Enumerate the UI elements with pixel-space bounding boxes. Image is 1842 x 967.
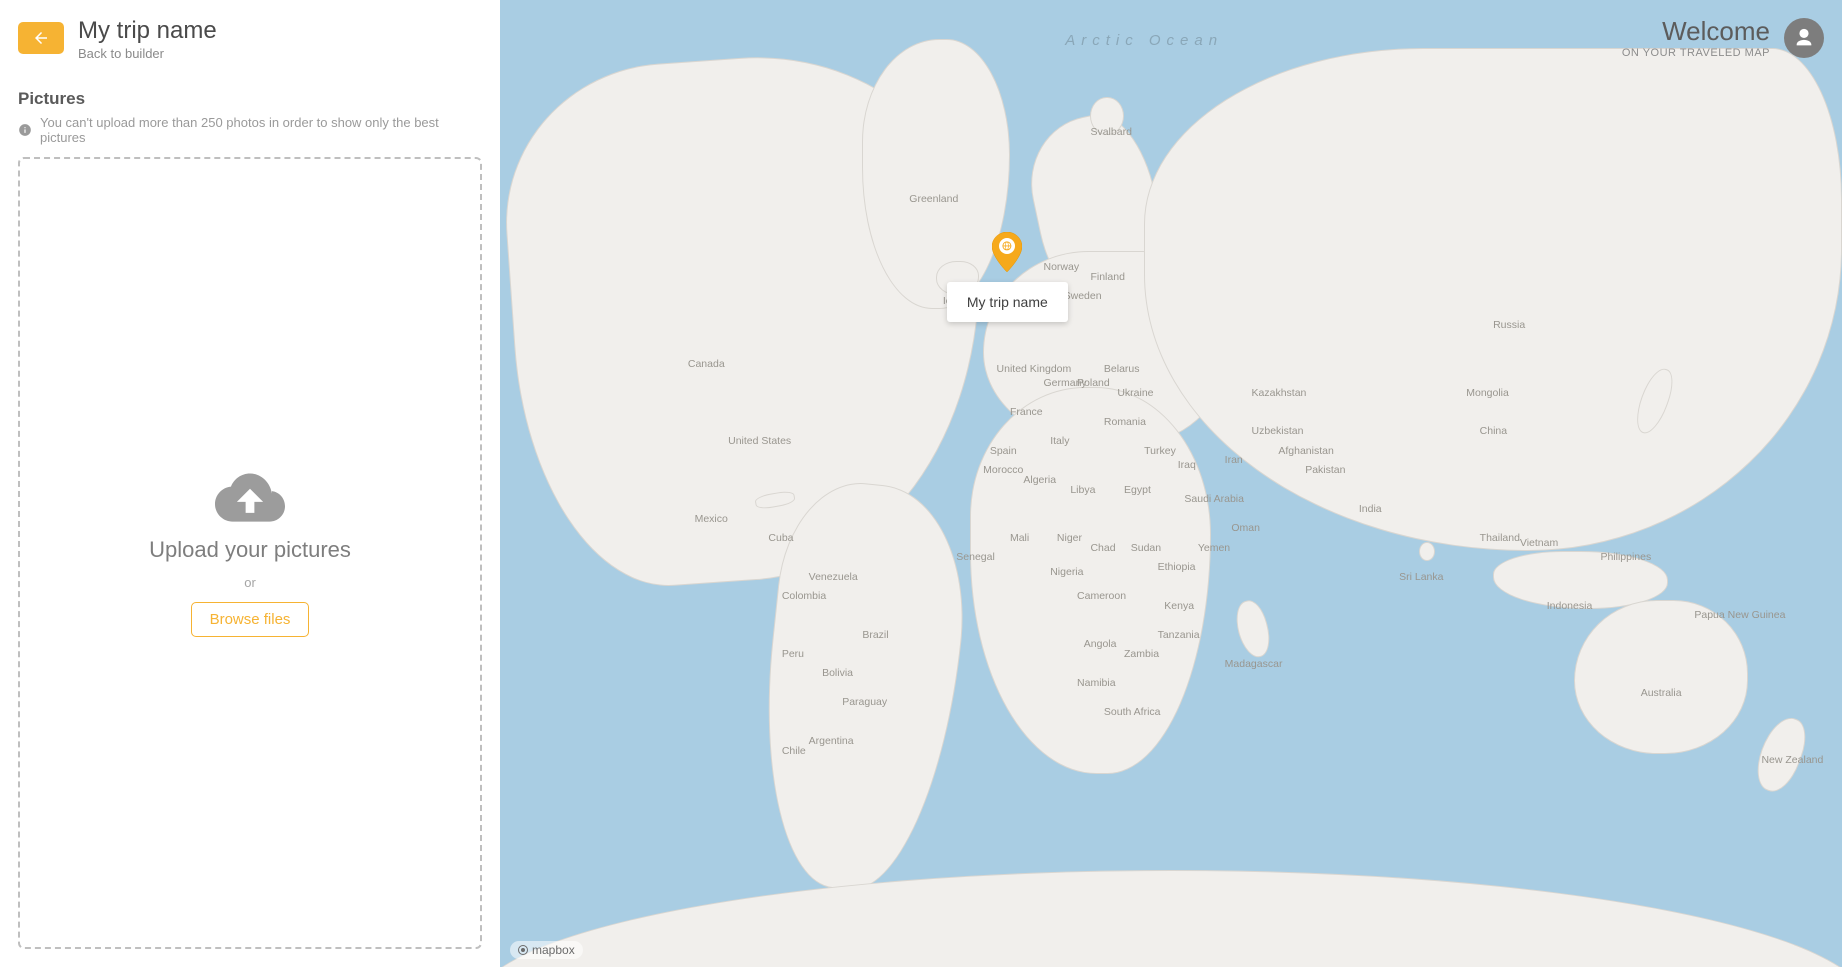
land-africa	[970, 387, 1212, 774]
country-label: Oman	[1231, 522, 1260, 534]
welcome-box: Welcome ON YOUR TRAVELED MAP	[1622, 16, 1824, 59]
back-to-builder-link[interactable]: Back to builder	[78, 46, 217, 61]
trip-title: My trip name	[78, 18, 217, 44]
sidebar-header: My trip name Back to builder	[18, 18, 482, 61]
country-label: Sri Lanka	[1399, 571, 1443, 583]
map-attribution[interactable]: mapbox	[510, 941, 583, 959]
dropzone-headline: Upload your pictures	[149, 537, 351, 563]
welcome-title: Welcome	[1622, 16, 1770, 47]
ocean-label-arctic: Arctic Ocean	[1065, 32, 1223, 49]
land-australia	[1574, 600, 1748, 755]
land-newzealand	[1749, 711, 1813, 797]
land-svalbard	[1090, 97, 1124, 136]
land-srilanka	[1419, 542, 1435, 561]
country-label: Madagascar	[1225, 658, 1283, 670]
map-pin-icon	[992, 232, 1022, 272]
land-asia	[1144, 48, 1842, 551]
browse-files-button[interactable]: Browse files	[191, 602, 310, 637]
pictures-heading: Pictures	[18, 89, 482, 109]
arrow-left-icon	[32, 29, 50, 47]
title-block: My trip name Back to builder	[78, 18, 217, 61]
map-pane[interactable]: Arctic Ocean CanadaGreenlandIcelandUnite…	[500, 0, 1842, 967]
mapbox-logo-icon	[518, 945, 528, 955]
welcome-text: Welcome ON YOUR TRAVELED MAP	[1622, 16, 1770, 59]
welcome-subtitle: ON YOUR TRAVELED MAP	[1622, 47, 1770, 59]
marker-tooltip: My trip name	[947, 282, 1068, 322]
trip-marker[interactable]: My trip name	[947, 232, 1068, 322]
user-avatar[interactable]	[1784, 18, 1824, 58]
land-antarctica	[500, 870, 1842, 967]
upload-dropzone[interactable]: Upload your pictures or Browse files	[18, 157, 482, 949]
upload-hint-text: You can't upload more than 250 photos in…	[40, 115, 482, 145]
back-button[interactable]	[18, 22, 64, 54]
upload-hint: You can't upload more than 250 photos in…	[18, 115, 482, 145]
cloud-upload-icon	[215, 470, 285, 525]
sidebar: My trip name Back to builder Pictures Yo…	[0, 0, 500, 967]
land-madagascar	[1231, 597, 1275, 661]
dropzone-or: or	[244, 575, 256, 590]
user-icon	[1793, 27, 1815, 49]
map-attribution-text: mapbox	[532, 943, 575, 957]
info-icon	[18, 123, 32, 137]
